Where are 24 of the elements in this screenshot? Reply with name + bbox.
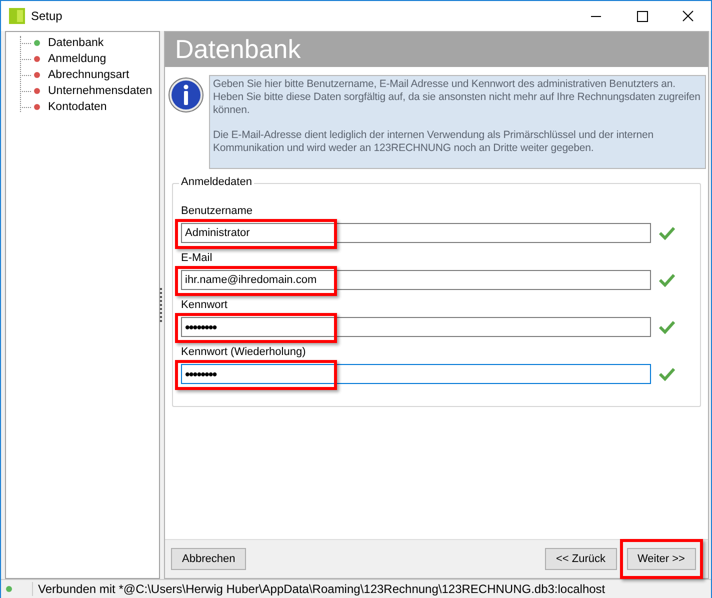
tree-item[interactable]: Abrechnungsart [48, 69, 130, 81]
group-title: Anmeldedaten [179, 176, 254, 188]
window-title: Setup [31, 9, 62, 23]
app-icon [9, 8, 25, 24]
info-text: Die E-Mail-Adresse dient lediglich der internen Verwendung als Primärschlüssel und der internen Kommunikation und wird weder an 123RECHNUNG noch an Dritte weiter gegeben. [213, 129, 654, 155]
status-text: Verbunden mit *@C:\Users\Herwig Huber\AppData\Roaming\123Rechnung\123RECHNUNG.db3:localhost [32, 582, 606, 596]
dialog-button[interactable]: << Zurück [544, 548, 616, 570]
input-field[interactable]: Administrator [181, 223, 651, 243]
field-label: Kennwort (Wiederholung) [181, 346, 306, 359]
info-text: Geben Sie hier bitte Benutzername, E-Mail Adresse und Kennwort des administrativen Benutzters an. Heben Sie bitte diese Daten sorgfältig auf, da sie ansonsten nicht mehr auf Ihre Rechnungsdaten zugreifen können. [213, 78, 702, 117]
field-label: Kennwort [181, 299, 228, 312]
page-title: Datenbank [175, 34, 301, 65]
tree-item[interactable]: Kontodaten [48, 101, 107, 113]
dialog-button[interactable]: Weiter >> [626, 548, 696, 570]
info-icon [168, 77, 204, 113]
input-field[interactable]: •••••••• [181, 317, 651, 337]
field-label: Benutzername [181, 205, 253, 218]
tree-item[interactable]: Unternehmensdaten [48, 85, 152, 97]
field-label: E-Mail [181, 252, 212, 265]
tree-item[interactable]: Anmeldung [48, 53, 106, 65]
dialog-button[interactable]: Abbrechen [171, 548, 246, 570]
input-field[interactable]: •••••••• [181, 364, 651, 384]
input-field[interactable]: ihr.name@ihredomain.com [181, 270, 651, 290]
tree-item[interactable]: Datenbank [48, 37, 104, 49]
